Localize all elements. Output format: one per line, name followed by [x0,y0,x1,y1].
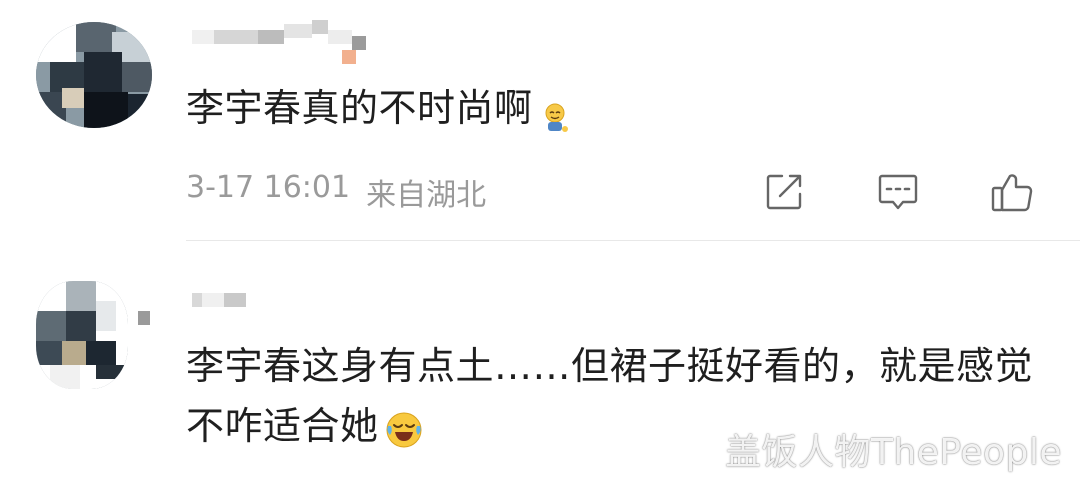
laugh-cry-emoji-icon [385,406,423,447]
username-blurred[interactable] [192,20,382,64]
comment-meta: 3-17 16:01 来自湖北 [186,170,486,214]
smiling-figure-emoji-icon [539,91,571,132]
share-button[interactable] [762,170,806,214]
comment-location: 来自湖北 [366,178,487,213]
comment-text: 李宇春真的不时尚啊 [186,78,1046,138]
comment-body: 李宇春真的不时尚啊 [186,86,533,130]
share-icon [766,174,802,210]
comment-icon [878,174,918,210]
reply-button[interactable] [876,170,920,214]
comment-item: 李宇春真的不时尚啊 3-17 16:01 来自湖北 [0,0,1080,241]
thumbs-up-icon [991,174,1033,212]
watermark: 盖饭人物ThePeople [724,432,1062,473]
comment-time: 3-17 16:01 [186,170,351,205]
username-blurred[interactable] [138,293,272,325]
avatar[interactable] [36,22,152,128]
like-button[interactable] [990,170,1034,214]
avatar[interactable] [36,281,128,389]
